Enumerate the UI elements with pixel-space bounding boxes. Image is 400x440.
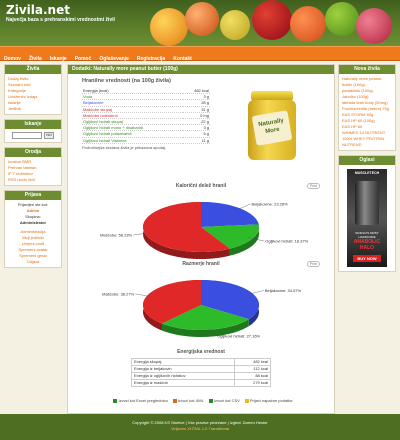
ad-brand: MUSCLETECH bbox=[354, 171, 380, 175]
header-fruit-decoration bbox=[325, 2, 359, 36]
export-csv-link[interactable]: Izvozi kot CSV bbox=[208, 398, 240, 403]
xml-icon bbox=[172, 398, 177, 403]
search-button[interactable]: Išči bbox=[44, 132, 54, 139]
prijava-box: Prijava Prijavljen ste kot: Admin Skupin… bbox=[4, 190, 62, 268]
nutrient-value: 11 g bbox=[182, 137, 210, 144]
main-content: Dodatki: Naturally more peanut butter (1… bbox=[67, 64, 335, 414]
zivila-box-title: Živila bbox=[5, 65, 61, 74]
report-error-link[interactable]: Prijavi napačne podatke bbox=[244, 398, 293, 403]
warning-icon bbox=[244, 398, 249, 403]
energy-value: 112 kcal bbox=[233, 365, 272, 373]
pie-label: Beljakovine: 23.28% bbox=[251, 201, 288, 206]
header-fruit-decoration bbox=[356, 8, 392, 44]
table-row: Ogljikovi hidrati Vlaknine 11 g bbox=[82, 137, 210, 144]
footer-copyright: Copyright © 2008 KS Storitve | Vse pravi… bbox=[132, 420, 268, 425]
product-image: Naturally More bbox=[248, 91, 296, 161]
site-logo[interactable]: Zivila.net bbox=[6, 3, 70, 17]
nutrition-title: Hranilne vrednosti (na 100g živila) bbox=[82, 78, 171, 84]
new-food-link[interactable]: 100% WHEY PROTEIN NUTREND bbox=[342, 136, 392, 148]
print-button[interactable]: Print bbox=[306, 183, 320, 189]
orodja-box: Orodja Izračun BMR Prehran tabelan IF T … bbox=[4, 147, 62, 186]
chart-ratio: Razmerje hranil Print Beljakovine: 34.57… bbox=[68, 261, 334, 357]
chart-title: Razmerje hranil bbox=[182, 261, 220, 267]
site-header: Zivila.net Največja baza s prehranskimi … bbox=[0, 0, 400, 46]
sidebar-link[interactable]: Jedilnik bbox=[8, 106, 58, 112]
jar-label: Naturally More bbox=[251, 110, 293, 146]
ads-box: Oglasi MUSCLETECH WORLD'S MOST HARDCORE … bbox=[338, 155, 396, 272]
pie-slice-beljakovine bbox=[201, 202, 259, 227]
pie-label: Maščobe: 58.23% bbox=[100, 232, 132, 237]
nutrient-link[interactable]: Ogljikovi hidrati Vlaknine bbox=[82, 137, 183, 144]
site-footer: Copyright © 2008 KS Storitve | Vse pravi… bbox=[0, 414, 400, 440]
pie-label: Ogljikovi hidrati: 18.37% bbox=[265, 239, 308, 244]
ad-banner[interactable]: MUSCLETECH WORLD'S MOST HARDCORE ANABOLI… bbox=[347, 169, 387, 267]
header-fruit-decoration bbox=[252, 0, 292, 40]
pie-chart-2: Beljakovine: 34.57% Ogljikovi hidrati: 27… bbox=[102, 280, 302, 338]
ads-title: Oglasi bbox=[339, 156, 395, 165]
pie-label: Ogljikovi hidrati: 27.16% bbox=[217, 333, 260, 338]
energy-value: 279 kcal bbox=[233, 379, 272, 387]
energy-value: 482 kcal bbox=[233, 358, 272, 366]
energy-section: Energijska vrednost Energija skupaj 482 k… bbox=[68, 349, 334, 387]
iskanje-box-title: Iskanje bbox=[5, 120, 61, 129]
ad-subtitle: WORLD'S MOST HARDCORE bbox=[355, 231, 379, 239]
prijava-box-title: Prijava bbox=[5, 191, 61, 200]
search-input[interactable] bbox=[12, 132, 43, 139]
energy-name: Energija iz maščob bbox=[131, 379, 235, 387]
excel-icon bbox=[113, 398, 118, 403]
new-food-link[interactable]: Naturally more peanut butter (100g) bbox=[342, 76, 392, 88]
nova-zivila-title: Nova živila bbox=[339, 65, 395, 74]
page: Zivila.net Največja baza s prehranskimi … bbox=[0, 0, 400, 440]
table-row: Energija iz maščob 279 kcal bbox=[131, 379, 272, 387]
main-nav: Domov Živila Iskanje Pomoč Oglaševanje Regist… bbox=[0, 46, 400, 62]
footer-validator-link[interactable]: Veljaven XHTML 1.0 Transitional bbox=[0, 426, 400, 432]
table-row: Energija iz ogljikovih hidratov 88 kcal bbox=[131, 372, 272, 380]
export-links: Izvozi kot Excel preglednico Izvozi kot … bbox=[78, 398, 328, 403]
energy-title: Energijska vrednost bbox=[177, 349, 225, 355]
nutrition-table: Energija (kcal) 482 kcal Voda 3 g Beljakov… bbox=[82, 88, 210, 144]
csv-icon bbox=[208, 398, 213, 403]
ad-product: ANABOLIC HALO bbox=[353, 239, 381, 251]
table-row: Energija skupaj 482 kcal bbox=[131, 358, 272, 366]
left-sidebar: Živila Dodaj živilo Seznam živil Kategor… bbox=[4, 64, 62, 272]
chart-title: Kalorični delež hranil bbox=[175, 183, 227, 189]
logout-link[interactable]: Odjava bbox=[8, 259, 58, 265]
zivila-box: Živila Dodaj živilo Seznam živil Kategor… bbox=[4, 64, 62, 115]
table-row: Energija iz beljakovin 112 kcal bbox=[131, 365, 272, 373]
energy-table: Energija skupaj 482 kcal Energija iz belj… bbox=[131, 358, 272, 387]
header-fruit-decoration bbox=[185, 2, 219, 36]
right-sidebar: Nova živila Naturally more peanut butter… bbox=[338, 64, 396, 276]
header-fruit-decoration bbox=[220, 10, 250, 40]
pie-label: Beljakovine: 34.57% bbox=[265, 288, 302, 293]
page-title: Dodatki: Naturally more peanut butter (1… bbox=[68, 65, 334, 74]
site-tagline: Največja baza s prehranskimi vrednostmi … bbox=[6, 17, 115, 23]
energy-name: Energija iz ogljikovih hidratov bbox=[131, 372, 235, 380]
tool-link[interactable]: RSS novih živil bbox=[8, 177, 58, 183]
nova-zivila-box: Nova živila Naturally more peanut butter… bbox=[338, 64, 396, 151]
pie-label-leader bbox=[235, 203, 251, 211]
export-xml-link[interactable]: Izvozi kot XML bbox=[172, 398, 204, 403]
export-excel-link[interactable]: Izvozi kot Excel preglednico bbox=[113, 398, 168, 403]
energy-name: Energija skupaj bbox=[131, 358, 235, 366]
orodja-box-title: Orodja bbox=[5, 148, 61, 157]
detail-note: Podrobnejša sestava živila je prikazana … bbox=[82, 144, 167, 150]
pie-label: Maščobe: 38.27% bbox=[102, 291, 134, 296]
energy-value: 88 kcal bbox=[233, 372, 272, 380]
ad-cta-button[interactable]: BUY NOW bbox=[353, 255, 381, 262]
print-button[interactable]: Print bbox=[306, 261, 320, 267]
ad-product-image bbox=[355, 181, 379, 225]
energy-name: Energija iz beljakovin bbox=[131, 365, 235, 373]
header-fruit-decoration bbox=[150, 8, 188, 46]
iskanje-box: Iskanje Išči bbox=[4, 119, 62, 143]
header-fruit-decoration bbox=[290, 6, 326, 42]
